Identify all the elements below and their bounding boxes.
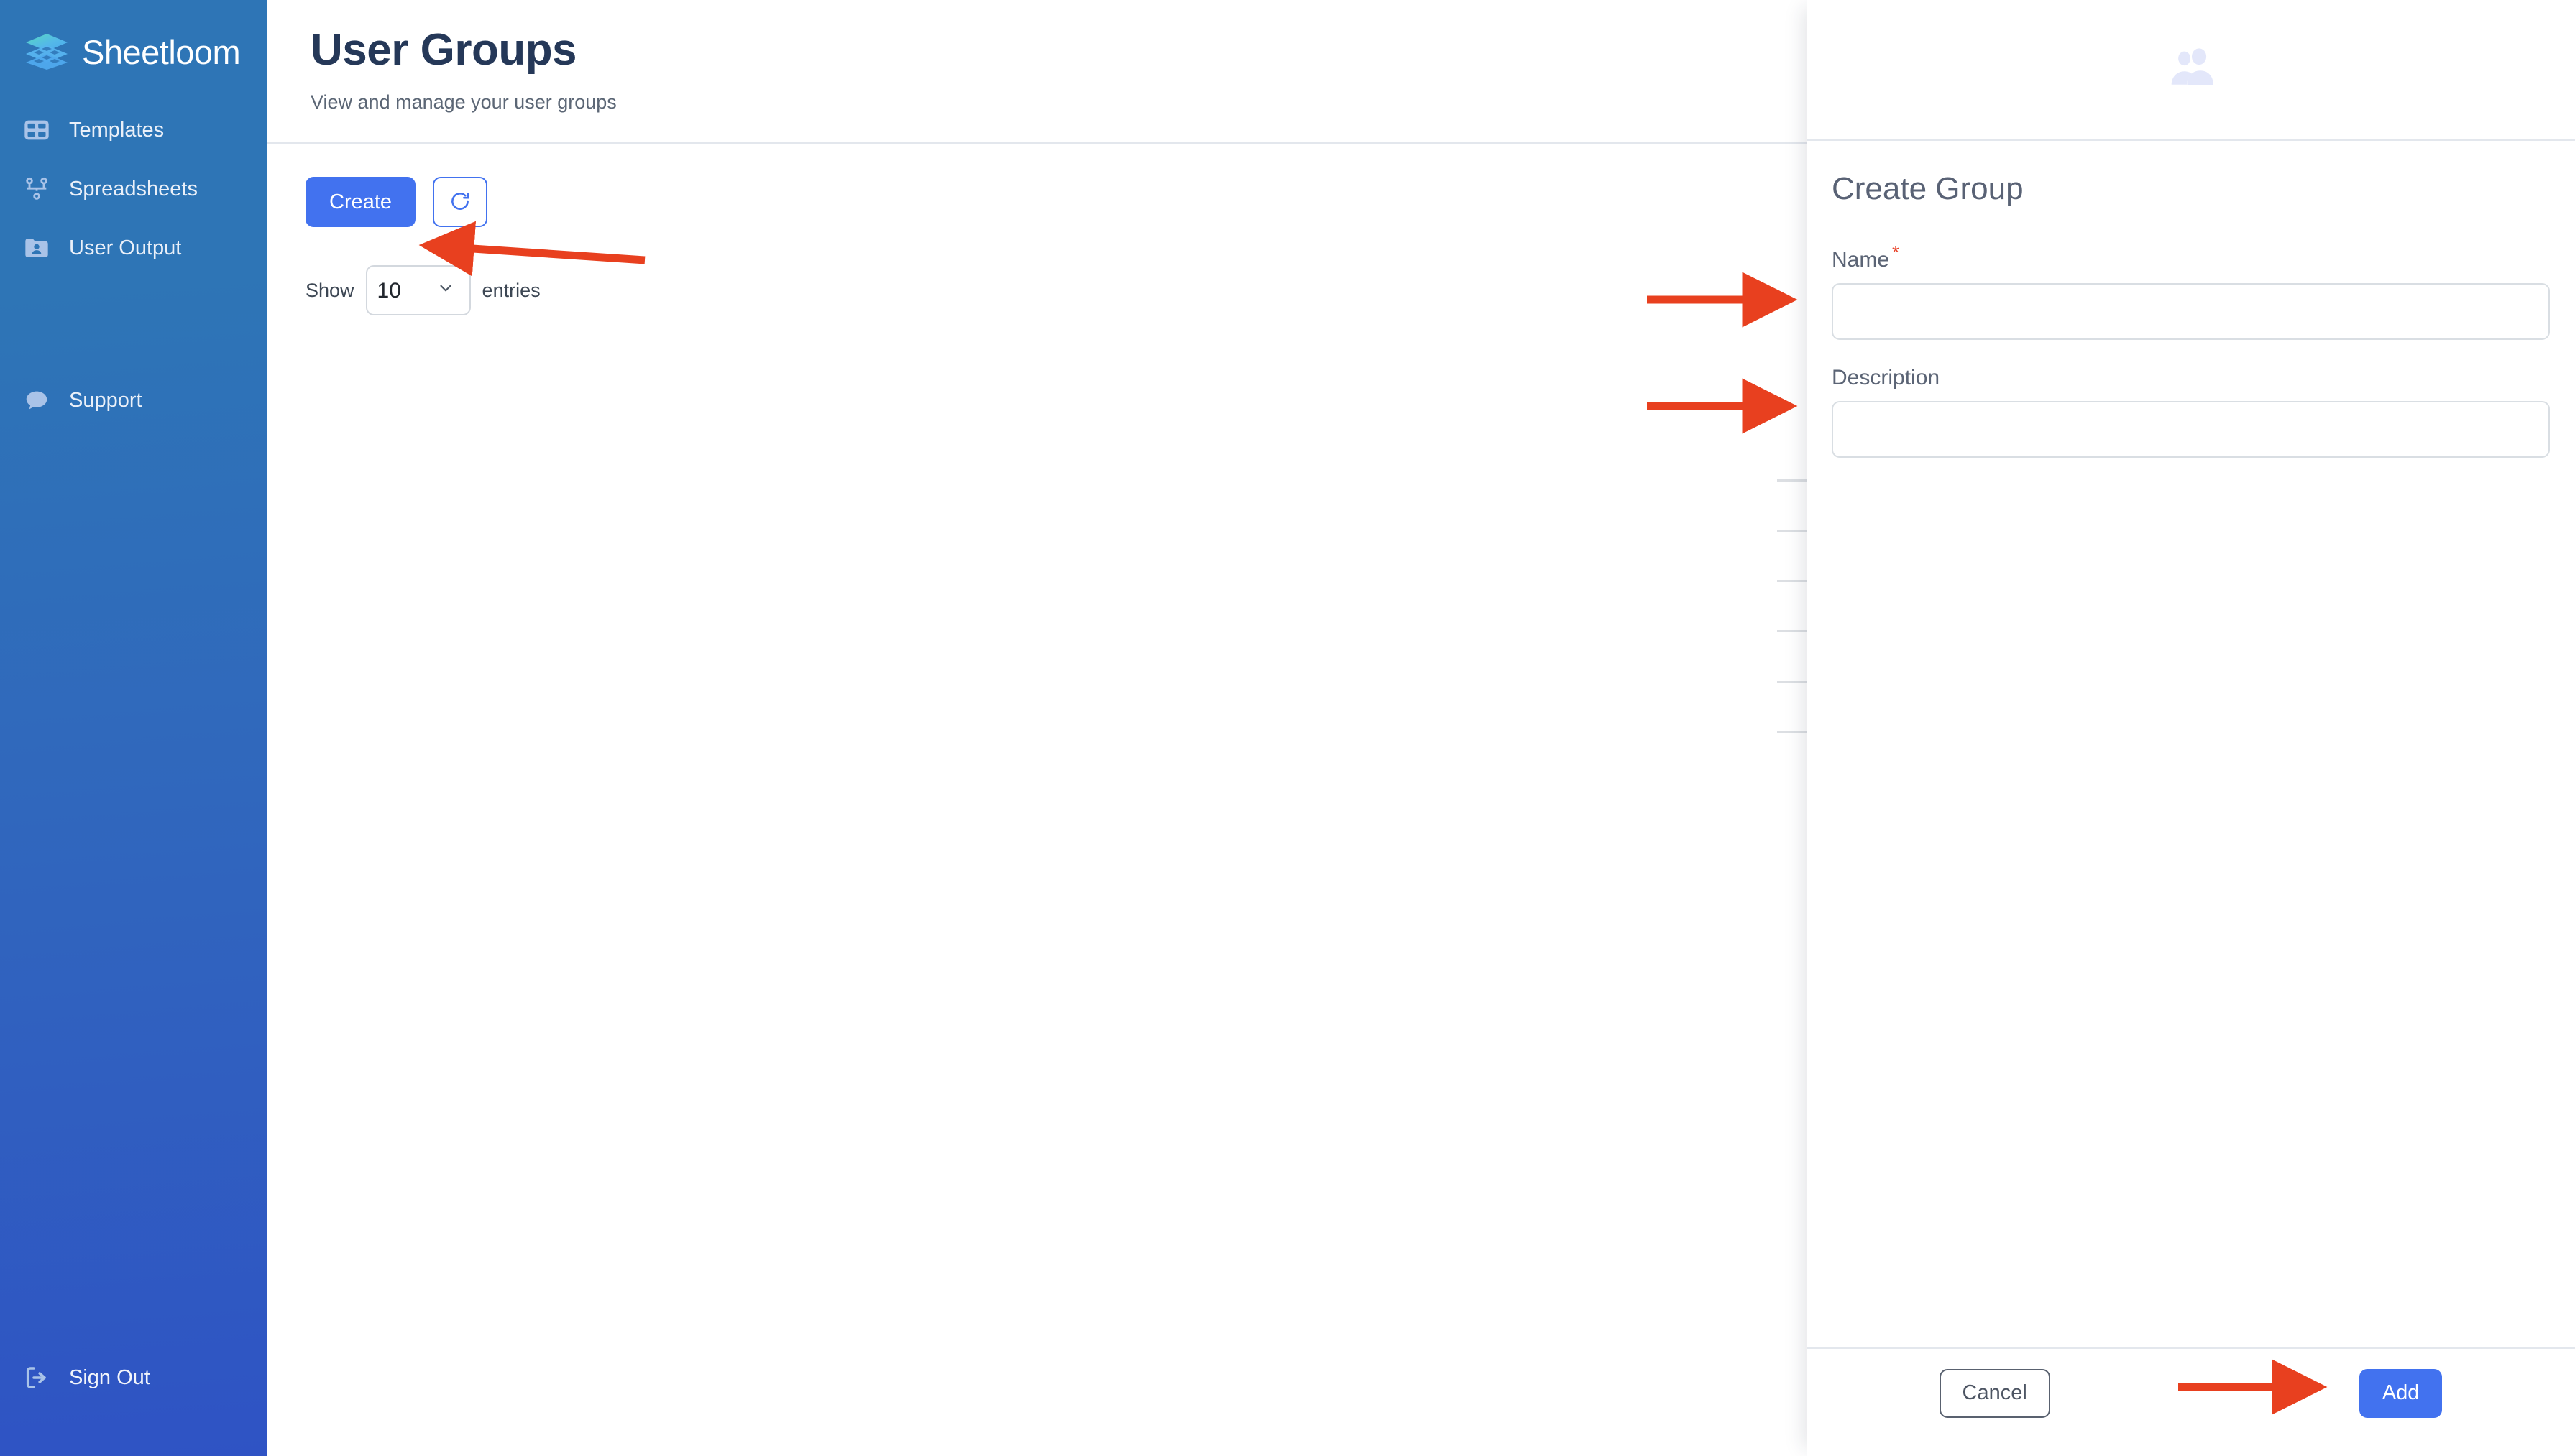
layers-icon (24, 33, 69, 70)
brand-name: Sheetloom (82, 32, 241, 71)
sidebar-item-label: User Output (69, 236, 182, 259)
create-group-panel: Create Group Name * Description Cancel Ad… (1807, 0, 2575, 1456)
sidebar-item-templates[interactable]: Templates (0, 101, 267, 160)
sidebar-item-label: Templates (69, 118, 165, 142)
sitemap-icon (22, 174, 52, 204)
description-input[interactable] (1832, 401, 2550, 458)
folder-user-icon (22, 233, 52, 263)
name-label-text: Name (1832, 248, 1890, 272)
brand[interactable]: Sheetloom (0, 0, 267, 75)
required-marker: * (1892, 241, 1900, 263)
sidebar: Sheetloom Templates Spreadsheets User Ou… (0, 0, 267, 1456)
panel-header (1807, 0, 2575, 141)
entries-label: entries (482, 279, 541, 301)
panel-body: Create Group Name * Description (1807, 141, 2575, 1347)
sidebar-nav: Templates Spreadsheets User Output Suppo… (0, 101, 267, 430)
grid-table-icon (22, 115, 52, 145)
create-button[interactable]: Create (306, 177, 416, 227)
refresh-icon (449, 190, 472, 215)
name-label: Name * (1832, 241, 2550, 272)
page-size-select-wrap: 10 (365, 265, 471, 315)
add-button[interactable]: Add (2359, 1368, 2443, 1418)
show-label: Show (306, 279, 354, 301)
sign-out-label: Sign Out (69, 1365, 150, 1389)
sidebar-item-label: Spreadsheets (69, 177, 198, 201)
panel-heading: Create Group (1832, 171, 2024, 206)
sidebar-item-user-output[interactable]: User Output (0, 218, 267, 277)
field-name: Name * (1832, 241, 2550, 340)
app-root: Sheetloom Templates Spreadsheets User Ou… (0, 0, 2575, 1456)
sidebar-item-support[interactable]: Support (0, 371, 267, 430)
field-description: Description (1832, 366, 2550, 458)
refresh-button[interactable] (433, 177, 488, 227)
sign-out-icon (22, 1363, 52, 1393)
users-group-icon (2163, 40, 2219, 99)
cancel-button[interactable]: Cancel (1939, 1368, 2050, 1418)
chat-bubble-icon (22, 385, 52, 415)
page-size-select[interactable]: 10 (365, 265, 471, 315)
sidebar-item-label: Support (69, 388, 142, 412)
sign-out-button[interactable]: Sign Out (0, 1348, 267, 1407)
name-input[interactable] (1832, 283, 2550, 340)
description-label: Description (1832, 366, 1940, 390)
panel-footer: Cancel Add (1807, 1347, 2575, 1456)
sidebar-item-spreadsheets[interactable]: Spreadsheets (0, 160, 267, 218)
